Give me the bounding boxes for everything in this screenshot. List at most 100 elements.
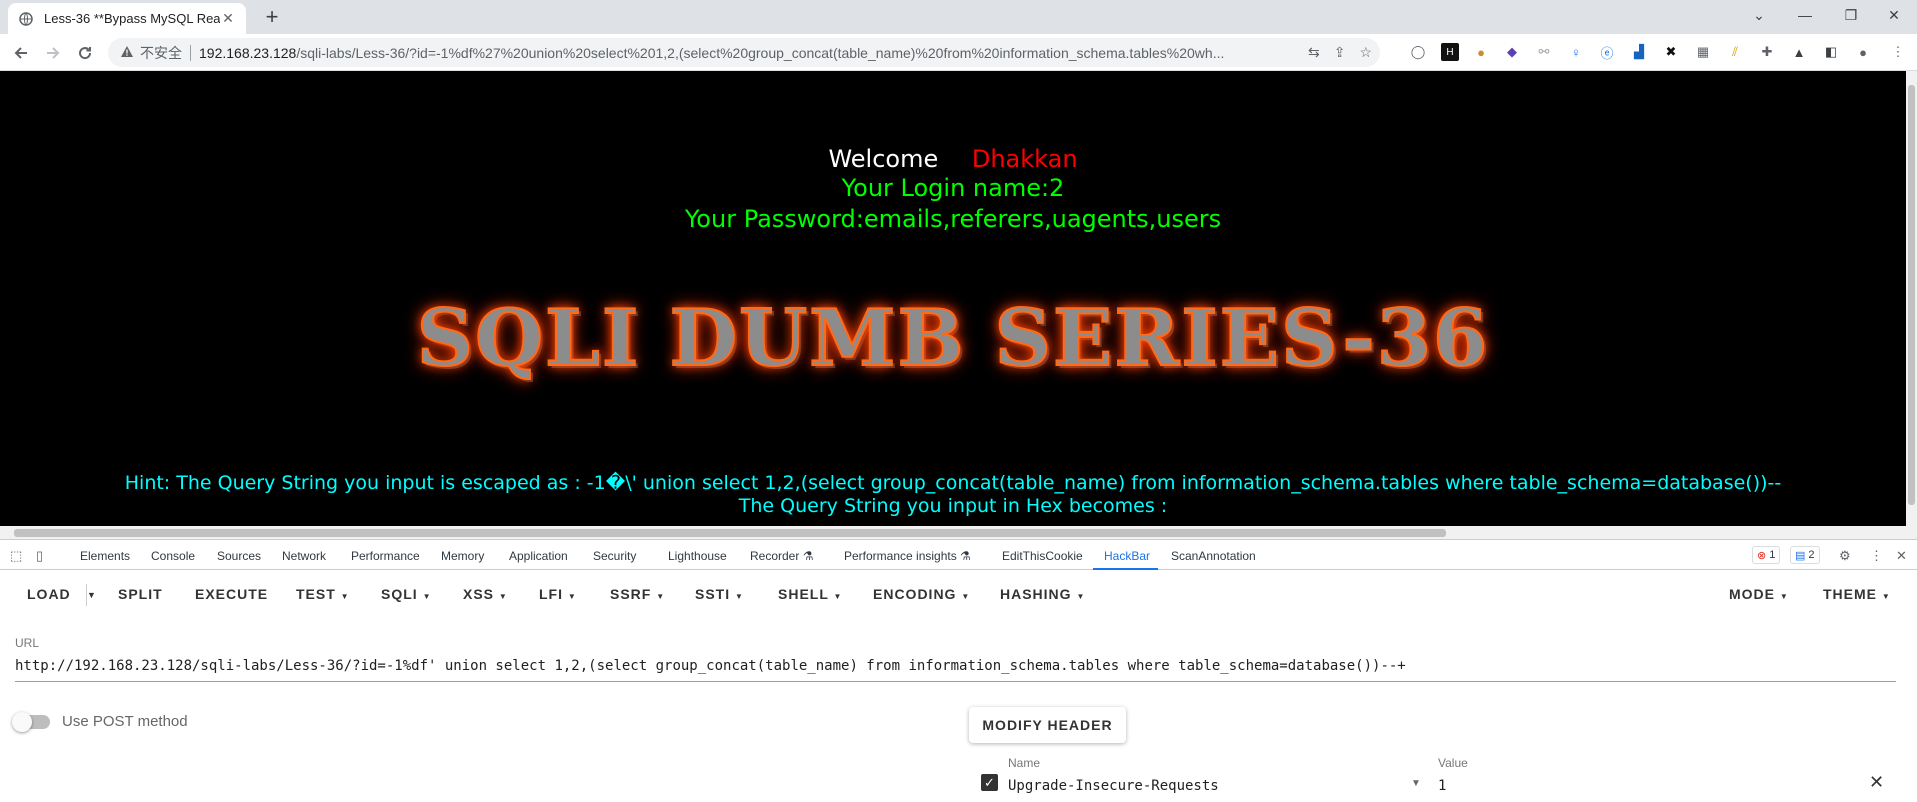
devtools-tab-lighthouse[interactable]: Lighthouse (668, 549, 727, 563)
split-button[interactable]: SPLIT (118, 586, 163, 602)
header-value-input[interactable]: 1 (1438, 778, 1446, 794)
devtools-tab-performance[interactable]: Performance (351, 549, 420, 563)
location-pin-icon[interactable]: ♀ (1567, 43, 1585, 61)
encoding-menu-label: ENCODING (873, 586, 957, 602)
devtools-tab-security[interactable]: Security (593, 549, 636, 563)
extension-scan-icon[interactable]: ▦ (1694, 43, 1712, 61)
error-count-badge[interactable]: ⊗ 1 (1752, 546, 1781, 564)
devtools-tab-scanannotation[interactable]: ScanAnnotation (1171, 549, 1256, 563)
bookmark-star-icon[interactable]: ☆ (1359, 44, 1372, 61)
lfi-menu-label: LFI (539, 586, 563, 602)
header-value-label: Value (1438, 756, 1468, 770)
devtools-tab-editthiscookie[interactable]: EditThisCookie (1002, 549, 1083, 563)
chevron-down-icon: ▼ (656, 592, 666, 601)
device-toolbar-icon[interactable]: ▯ (36, 548, 43, 564)
extension-slash-icon[interactable]: ⫽ (1726, 43, 1744, 61)
test-menu[interactable]: TEST ▼ (296, 586, 350, 602)
extension-link-icon[interactable]: ⚯ (1535, 43, 1553, 61)
reload-icon[interactable] (72, 40, 98, 66)
theme-menu[interactable]: THEME ▼ (1823, 586, 1891, 602)
back-icon[interactable] (8, 40, 34, 66)
extension-x-icon[interactable]: ✖ (1662, 43, 1680, 61)
ssti-menu[interactable]: SSTI ▼ (695, 586, 744, 602)
login-name-text: Your Login name:2 (841, 174, 1065, 202)
header-name-input[interactable]: Upgrade-Insecure-Requests (1008, 778, 1219, 794)
labs-flask-icon[interactable]: ▲ (1790, 43, 1808, 61)
url-label: URL (15, 636, 40, 650)
close-window-button[interactable]: ✕ (1871, 0, 1917, 30)
cookie-icon[interactable]: ● (1472, 43, 1490, 61)
hashing-menu[interactable]: HASHING ▼ (1000, 586, 1085, 602)
devtools-tab-performance-insights[interactable]: Performance insights ⚗ (844, 549, 971, 563)
extensions-puzzle-icon[interactable]: ✚ (1758, 43, 1776, 61)
minimize-button[interactable]: — (1782, 0, 1828, 30)
chevron-down-icon: ▼ (1881, 592, 1891, 601)
profile-avatar-icon[interactable]: ● (1854, 43, 1872, 61)
vertical-scroll-thumb[interactable] (1908, 85, 1915, 505)
extension-chart-icon[interactable]: ▟ (1630, 43, 1648, 61)
message-count-badge[interactable]: ▤ 2 (1790, 546, 1820, 564)
inspect-element-icon[interactable]: ⬚ (10, 548, 22, 564)
devtools-menu-icon[interactable]: ⋮ (1870, 548, 1883, 564)
chevron-down-icon: ▼ (498, 592, 508, 601)
devtools-tab-elements[interactable]: Elements (80, 549, 130, 563)
welcome-line: Welcome Dhakkan (0, 145, 1906, 173)
xss-menu[interactable]: XSS ▼ (463, 586, 508, 602)
address-host: 192.168.23.128 (199, 44, 297, 61)
restore-button[interactable]: ❐ (1828, 0, 1874, 30)
devtools-tab-recorder[interactable]: Recorder ⚗ (750, 549, 813, 563)
message-icon: ▤ (1795, 549, 1806, 562)
tab-close-icon[interactable]: ✕ (220, 10, 236, 27)
extension-hackbar-icon[interactable]: H (1441, 43, 1459, 61)
remove-header-icon[interactable]: ✕ (1869, 772, 1884, 793)
address-separator (190, 44, 191, 61)
menu-kebab-icon[interactable]: ⋮ (1889, 43, 1907, 61)
browser-toolbar: 不安全 192.168.23.128 /sqli-labs/Less-36/?i… (0, 34, 1917, 71)
devtools-tab-network[interactable]: Network (282, 549, 326, 563)
share-icon[interactable]: ⇪ (1334, 44, 1346, 61)
url-input[interactable]: http://192.168.23.128/sqli-labs/Less-36/… (15, 658, 1896, 682)
devtools-tab-hackbar[interactable]: HackBar (1104, 549, 1150, 563)
extension-circle-icon[interactable]: ◯ (1409, 43, 1427, 61)
extension-badge-icon[interactable]: ◆ (1503, 43, 1521, 61)
side-panel-icon[interactable]: ◧ (1822, 43, 1840, 61)
horizontal-scrollbar[interactable] (0, 526, 1917, 539)
not-secure-label[interactable]: 不安全 (140, 43, 182, 63)
welcome-text: Welcome (828, 145, 939, 173)
settings-gear-icon[interactable]: ⚙ (1839, 548, 1851, 564)
browser-tab[interactable]: Less-36 **Bypass MySQL Real ✕ (8, 3, 246, 34)
address-bar[interactable]: 不安全 192.168.23.128 /sqli-labs/Less-36/?i… (108, 38, 1380, 67)
vertical-scrollbar[interactable] (1906, 71, 1917, 526)
devtools-tab-console[interactable]: Console (151, 549, 195, 563)
new-tab-button[interactable]: + (258, 4, 286, 32)
shell-menu[interactable]: SHELL ▼ (778, 586, 842, 602)
devtools-tab-bar: ⬚ ▯ Elements Console Sources Network Per… (0, 539, 1917, 570)
post-method-toggle[interactable] (12, 712, 50, 732)
header-enabled-checkbox[interactable]: ✓ (981, 774, 998, 791)
translate-icon[interactable]: ⇆ (1308, 44, 1320, 61)
horizontal-scroll-thumb[interactable] (14, 529, 1446, 537)
mode-menu[interactable]: MODE ▼ (1729, 586, 1789, 602)
forward-icon[interactable] (40, 40, 66, 66)
execute-button[interactable]: EXECUTE (195, 586, 268, 602)
extension-e-icon[interactable]: ⓔ (1598, 43, 1616, 61)
devtools-tab-application[interactable]: Application (509, 549, 568, 563)
header-name-label: Name (1008, 756, 1041, 770)
chevron-down-icon: ▼ (735, 592, 744, 601)
devtools-tab-memory[interactable]: Memory (441, 549, 484, 563)
lfi-menu[interactable]: LFI ▼ (539, 586, 577, 602)
load-dropdown-icon[interactable]: ▼ (87, 590, 97, 600)
tab-search-button[interactable]: ⌄ (1736, 0, 1782, 30)
devtools-close-icon[interactable]: ✕ (1896, 548, 1907, 564)
tab-title: Less-36 **Bypass MySQL Real (44, 11, 220, 26)
load-button[interactable]: LOAD (27, 586, 71, 602)
devtools-tab-sources[interactable]: Sources (217, 549, 261, 563)
encoding-menu[interactable]: ENCODING ▼ (873, 586, 970, 602)
sqli-menu[interactable]: SQLI ▼ (381, 586, 431, 602)
user-name: Dhakkan (971, 145, 1078, 173)
series-banner: SQLI DUMB SERIES-36 (416, 292, 1490, 385)
modify-header-button[interactable]: MODIFY HEADER (969, 707, 1126, 743)
mode-menu-label: MODE (1729, 586, 1775, 602)
ssrf-menu[interactable]: SSRF ▼ (610, 586, 665, 602)
header-name-dropdown-icon[interactable]: ▼ (1411, 778, 1421, 789)
